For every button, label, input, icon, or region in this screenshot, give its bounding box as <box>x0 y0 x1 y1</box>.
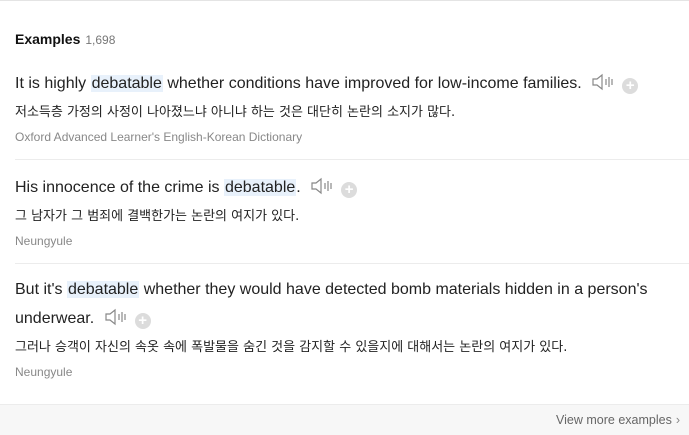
divider <box>15 159 689 160</box>
plus-icon[interactable]: + <box>622 78 639 94</box>
example-translation: 그 남자가 그 범죄에 결백한가는 논란의 여지가 있다. <box>15 209 300 224</box>
sentence-text: His innocence of the crime is <box>15 179 224 196</box>
sentence-text: But it's <box>15 281 67 298</box>
example-sentence: It is highly debatable whether condition… <box>15 69 689 101</box>
example-sentence: But it's debatable whether they would ha… <box>15 275 689 336</box>
example-source: Oxford Advanced Learner's English-Korean… <box>15 130 303 144</box>
sentence-text: . <box>296 179 301 196</box>
examples-count: 1,698 <box>85 33 116 47</box>
divider <box>15 263 689 264</box>
speaker-icon[interactable] <box>592 72 616 101</box>
sentence-text: whether conditions have improved for low… <box>162 75 582 92</box>
view-more-label: View more examples <box>556 413 672 427</box>
example-sentence: His innocence of the crime is debatable.… <box>15 173 689 205</box>
examples-title: Examples <box>15 31 81 47</box>
top-border <box>0 0 689 1</box>
keyword-highlight[interactable]: debatable <box>66 281 140 298</box>
plus-icon[interactable]: + <box>341 182 358 198</box>
example-source: Neungyule <box>15 365 73 379</box>
view-more-examples-link[interactable]: View more examples › <box>556 413 680 427</box>
keyword-highlight[interactable]: debatable <box>90 75 163 92</box>
keyword-highlight[interactable]: debatable <box>223 179 297 196</box>
example-item: His innocence of the crime is debatable.… <box>15 173 689 248</box>
example-item: But it's debatable whether they would ha… <box>15 275 689 379</box>
examples-footer: View more examples › <box>0 404 689 435</box>
example-translation: 그러나 승객이 자신의 속옷 속에 폭발물을 숨긴 것을 감지할 수 있을지에 … <box>15 340 568 355</box>
sentence-text: It is highly <box>15 75 91 92</box>
chevron-right-icon: › <box>675 413 680 427</box>
speaker-icon[interactable] <box>311 176 335 205</box>
example-item: It is highly debatable whether condition… <box>15 69 689 144</box>
example-translation: 저소득층 가정의 사정이 나아졌느냐 아니냐 하는 것은 대단히 논란의 소지가… <box>15 105 456 120</box>
examples-header: Examples 1,698 <box>15 31 115 47</box>
plus-icon[interactable]: + <box>134 313 151 329</box>
speaker-icon[interactable] <box>105 307 129 336</box>
example-source: Neungyule <box>15 234 73 248</box>
